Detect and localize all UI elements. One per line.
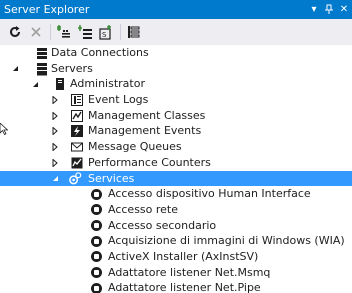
expanded-arrow-icon[interactable] (30, 76, 40, 92)
service-icon (89, 250, 103, 264)
toolbar-separator (120, 24, 121, 40)
service-item[interactable]: Accesso dispositivo Human Interface (0, 186, 352, 202)
service-item-label: Acquisizione di immagini di Windows (WIA… (108, 234, 345, 248)
tree-node-message-queues[interactable]: Message Queues (0, 139, 352, 155)
mouse-cursor-icon (0, 122, 9, 136)
refresh-icon[interactable] (6, 23, 24, 41)
management-classes-icon (70, 109, 84, 123)
service-item[interactable]: Accesso rete (0, 202, 352, 218)
message-queues-icon (70, 140, 84, 154)
service-item-label: Accesso rete (108, 202, 179, 216)
service-item-label: Adattatore listener Net.Msmq (108, 265, 271, 279)
server-computer-icon (53, 77, 67, 91)
service-item[interactable]: Adattatore listener Net.Pipe (0, 280, 352, 293)
collapsed-arrow-icon[interactable] (50, 92, 60, 108)
window-title: Server Explorer (4, 3, 90, 16)
tree-node-label: Servers (51, 61, 93, 75)
pin-icon[interactable] (322, 2, 336, 17)
tree-node-servers[interactable]: Servers (0, 61, 352, 77)
service-icon (89, 187, 103, 201)
service-icon (89, 266, 103, 280)
management-events-icon (70, 124, 84, 138)
service-icon (89, 203, 103, 217)
expanded-arrow-icon[interactable] (10, 61, 20, 77)
service-item[interactable]: Accesso secondario (0, 218, 352, 234)
tree-node-event-logs[interactable]: Event Logs (0, 92, 352, 108)
service-item-label: ActiveX Installer (AxInstSV) (108, 249, 259, 263)
tree-node-administrator[interactable]: Administrator (0, 76, 352, 92)
toolbar-separator (50, 24, 51, 40)
properties-icon[interactable] (125, 23, 143, 41)
service-item-label: Accesso secondario (108, 218, 217, 232)
tree-node-label: Message Queues (88, 140, 182, 154)
tree-node-label: Performance Counters (88, 155, 211, 169)
close-icon[interactable]: ✕ (337, 2, 351, 17)
title-bar: Server Explorer ▾ ✕ (0, 0, 352, 19)
services-gear-icon (68, 172, 82, 186)
server-explorer-tree: Data Connections Servers Administrator E… (0, 45, 352, 293)
service-icon (89, 219, 103, 233)
collapsed-arrow-icon[interactable] (50, 123, 60, 139)
tree-node-performance-counters[interactable]: Performance Counters (0, 155, 352, 171)
window-menu-icon[interactable]: ▾ (307, 2, 321, 17)
service-item[interactable]: ActiveX Installer (AxInstSV) (0, 249, 352, 265)
svg-text:S: S (102, 31, 107, 39)
tree-node-label: Data Connections (51, 46, 149, 59)
stop-icon[interactable] (27, 23, 45, 41)
service-icon (89, 234, 103, 248)
tree-node-management-classes[interactable]: Management Classes (0, 108, 352, 124)
collapsed-arrow-icon[interactable] (50, 139, 60, 155)
tree-node-label: Administrator (70, 77, 145, 91)
tree-node-services[interactable]: Services (0, 170, 352, 187)
tree-node-label: Event Logs (88, 93, 149, 107)
tree-node-data-connections[interactable]: Data Connections (0, 45, 352, 61)
service-icon (89, 281, 103, 293)
tree-node-label: Management Events (88, 124, 202, 138)
tree-node-management-events[interactable]: Management Events (0, 123, 352, 139)
performance-counters-icon (70, 156, 84, 170)
service-item-label: Adattatore listener Net.Pipe (108, 281, 261, 293)
collapsed-arrow-icon[interactable] (50, 108, 60, 124)
collapsed-arrow-icon[interactable] (50, 155, 60, 171)
expanded-arrow-icon[interactable] (50, 171, 60, 187)
data-connections-icon (35, 46, 49, 60)
event-log-icon (70, 93, 84, 107)
servers-icon (35, 62, 49, 76)
service-item[interactable]: Adattatore listener Net.Msmq (0, 265, 352, 281)
connect-to-sharepoint-icon[interactable]: S (97, 23, 115, 41)
server-explorer-window: Server Explorer ▾ ✕ S Data Connections S… (0, 0, 352, 293)
service-item-label: Accesso dispositivo Human Interface (108, 187, 311, 201)
connect-to-server-icon[interactable] (76, 23, 94, 41)
tree-node-label: Management Classes (88, 108, 206, 122)
tree-node-label: Services (88, 171, 135, 185)
connect-to-database-icon[interactable] (55, 23, 73, 41)
toolbar: S (0, 19, 352, 45)
service-item[interactable]: Acquisizione di immagini di Windows (WIA… (0, 233, 352, 249)
